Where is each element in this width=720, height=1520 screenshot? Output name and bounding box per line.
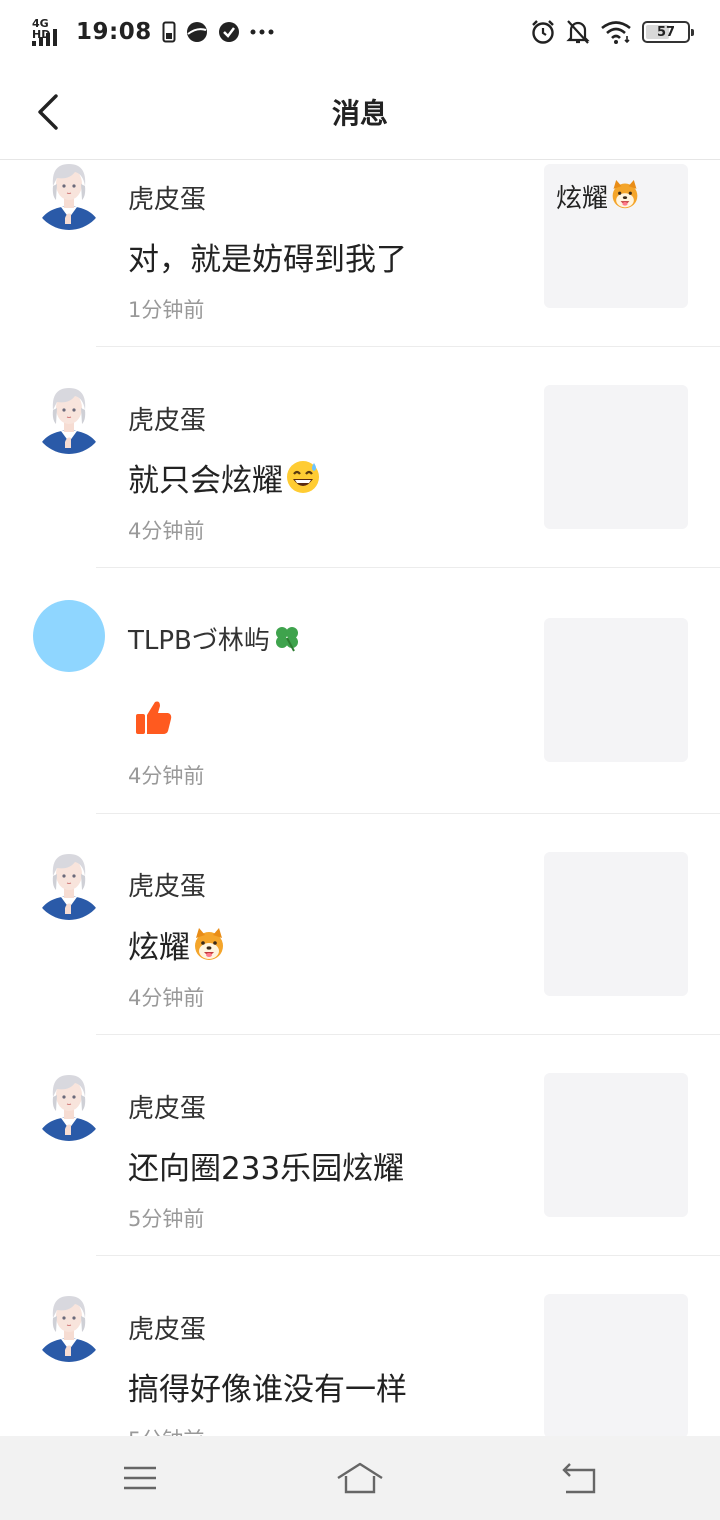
more-dots-icon — [250, 29, 274, 35]
shiba-dog-emoji-icon — [195, 928, 223, 960]
status-time: 19:08 — [76, 19, 152, 45]
message-list[interactable]: 虎皮蛋 对，就是妨碍到我了 1分钟前 炫耀 虎皮蛋 就只会炫耀 4分钟前 TLP… — [0, 160, 720, 1436]
grin-sweat-emoji-icon — [287, 461, 319, 493]
message-time: 4分钟前 — [128, 519, 205, 543]
list-item[interactable]: 虎皮蛋 就只会炫耀 4分钟前 — [0, 347, 720, 568]
message-text: 搞得好像谁没有一样 — [128, 1372, 407, 1408]
avatar[interactable] — [33, 1290, 105, 1362]
shiba-dog-emoji-icon — [612, 180, 638, 209]
check-badge-icon — [218, 22, 239, 42]
user-name[interactable]: 虎皮蛋 — [128, 179, 206, 216]
alarm-clock-icon — [532, 20, 554, 44]
avatar[interactable] — [33, 160, 105, 230]
menu-icon[interactable] — [116, 1454, 164, 1502]
home-icon[interactable] — [336, 1454, 384, 1502]
post-thumbnail[interactable]: 炫耀 — [544, 164, 688, 308]
header-bar: 消息 — [0, 64, 720, 160]
battery-icon: 57 — [642, 21, 694, 43]
post-thumbnail[interactable] — [544, 618, 688, 762]
list-item[interactable]: 虎皮蛋 炫耀 4分钟前 — [0, 814, 720, 1035]
wifi-icon — [601, 21, 631, 44]
post-thumbnail[interactable] — [544, 852, 688, 996]
user-name[interactable]: 虎皮蛋 — [128, 866, 206, 903]
list-item[interactable]: TLPBづ林屿 4分钟前 — [0, 568, 720, 814]
battery-percent: 57 — [656, 24, 676, 40]
user-name[interactable]: 虎皮蛋 — [128, 1088, 206, 1125]
message-time: 4分钟前 — [128, 986, 205, 1010]
signal-4g-icon: 4G HD — [32, 18, 66, 46]
page-title: 消息 — [331, 97, 388, 130]
post-thumbnail[interactable] — [544, 385, 688, 529]
list-item[interactable]: 虎皮蛋 搞得好像谁没有一样 5分钟前 — [0, 1256, 720, 1436]
thumbs-up-emoji-icon — [136, 701, 172, 734]
avatar[interactable] — [33, 1069, 105, 1141]
message-time: 5分钟前 — [128, 1207, 205, 1231]
message-time: 5分钟前 — [128, 1424, 204, 1436]
clover-emoji-icon — [275, 627, 298, 652]
message-time: 4分钟前 — [128, 764, 205, 788]
message-text: 对，就是妨碍到我了 — [128, 242, 407, 278]
user-name[interactable]: 虎皮蛋 — [128, 1309, 206, 1346]
user-name[interactable]: 虎皮蛋 — [128, 400, 206, 437]
message-text: 就只会炫耀 — [128, 463, 283, 499]
avatar[interactable] — [33, 382, 105, 454]
back-nav-icon[interactable] — [556, 1454, 604, 1502]
message-text: 炫耀 — [128, 930, 190, 966]
avatar[interactable] — [33, 848, 105, 920]
thumbnail-text: 炫耀 — [556, 184, 609, 214]
system-nav-bar — [0, 1436, 720, 1520]
post-thumbnail[interactable] — [544, 1294, 688, 1436]
list-item[interactable]: 虎皮蛋 还向圈233乐园炫耀 5分钟前 — [0, 1035, 720, 1256]
planet-app-icon — [186, 22, 207, 42]
bell-muted-icon — [566, 20, 590, 44]
user-name[interactable]: TLPBづ林屿 — [128, 626, 270, 656]
post-thumbnail[interactable] — [544, 1073, 688, 1217]
phone-storage-icon — [162, 21, 176, 43]
list-item[interactable]: 虎皮蛋 对，就是妨碍到我了 1分钟前 炫耀 — [0, 160, 720, 347]
status-bar: 4G HD 19:08 57 — [0, 0, 720, 64]
message-time: 1分钟前 — [128, 298, 205, 322]
avatar[interactable] — [33, 600, 105, 672]
message-text: 还向圈233乐园炫耀 — [128, 1151, 405, 1187]
